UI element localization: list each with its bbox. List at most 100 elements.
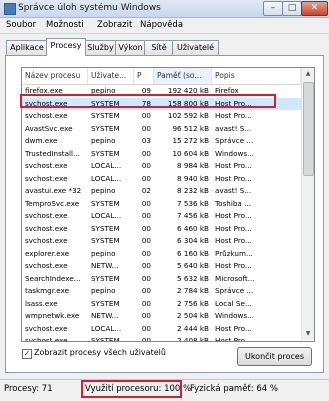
process-user: SYSTEM [91, 123, 120, 133]
process-description: Host Pro... [215, 261, 252, 270]
process-user: LOCAL... [91, 173, 122, 183]
process-description: Host Pro... [215, 223, 252, 233]
process-user: SYSTEM [91, 298, 120, 308]
process-cpu: 00 [141, 148, 151, 158]
process-description: Správce ... [215, 136, 254, 145]
table-row[interactable]: TemproSvc.exe SYSTEM 00 7 536 kB Toshiba ... [22, 198, 301, 211]
tab-aplikace[interactable]: Aplikace [6, 40, 48, 55]
process-user: SYSTEM [91, 223, 120, 233]
status-memory: Fyzická paměť: 64 % [190, 384, 278, 394]
column-header-description[interactable]: Popis [212, 68, 301, 84]
process-memory: 192 420 kB [167, 86, 209, 95]
process-cpu: 00 [141, 336, 151, 342]
process-cpu: 00 [141, 211, 151, 220]
minimize-button[interactable]: – [263, 1, 283, 16]
process-cpu: 00 [141, 298, 151, 308]
scroll-down-icon[interactable]: ▼ [302, 328, 314, 340]
column-header-memory[interactable]: Paměť (so... [154, 68, 212, 84]
show-all-users-checkbox[interactable]: ✓ [22, 349, 32, 359]
process-description: Local Se... [215, 298, 252, 308]
vertical-scrollbar[interactable]: ▲ ▼ [301, 68, 314, 340]
process-user: LOCAL... [91, 323, 122, 333]
table-row[interactable]: svchost.exe NETW... 00 5 640 kB Host Pro... [22, 260, 301, 273]
process-description: Host Pro... [215, 98, 252, 108]
process-memory: 96 512 kB [172, 123, 209, 133]
process-memory: 102 592 kB [167, 111, 209, 120]
table-row[interactable]: taskmgr.exe pepino 00 2 784 kB Správce ... [22, 285, 301, 298]
table-row[interactable]: svchost.exe SYSTEM 00 102 592 kB Host Pro... [22, 110, 301, 123]
process-memory: 8 940 kB [177, 173, 209, 183]
process-user: SYSTEM [91, 111, 120, 120]
table-row[interactable]: TrustedInstall... SYSTEM 00 10 604 kB Window… [22, 148, 301, 161]
table-row[interactable]: AvastSvc.exe SYSTEM 00 96 512 kB avast! S... [22, 123, 301, 136]
process-user: SYSTEM [91, 198, 120, 208]
process-cpu: 00 [141, 273, 151, 283]
end-process-button[interactable]: Ukončit proces [237, 347, 312, 366]
window-title: Správce úloh systému Windows [18, 3, 161, 13]
process-name: svchost.exe [25, 173, 68, 183]
table-row[interactable]: svchost.exe LOCAL... 00 8 984 kB Host Pro... [22, 160, 301, 173]
process-memory: 6 304 kB [177, 236, 209, 245]
process-user: NETW... [91, 261, 119, 270]
process-name: explorer.exe [25, 248, 70, 258]
column-header-user[interactable]: Uživate... [88, 68, 134, 84]
process-description: avast! S... [215, 123, 252, 133]
maximize-button[interactable]: □ [282, 1, 302, 16]
process-memory: 15 272 kB [172, 136, 209, 145]
column-header-cpu[interactable]: P [134, 68, 154, 84]
process-list[interactable]: Název procesu Uživate... P Paměť (so... … [21, 67, 315, 342]
process-description: Host Pro... [215, 161, 252, 170]
table-row[interactable]: svchost.exe LOCAL... 00 8 940 kB Host Pro... [22, 173, 301, 186]
process-user: SYSTEM [91, 336, 120, 342]
process-description: Host Pro... [215, 173, 252, 183]
menu-zobrazit[interactable]: Zobrazit [97, 20, 132, 30]
process-memory: 7 456 kB [177, 211, 209, 220]
process-user: LOCAL... [91, 211, 122, 220]
tab-sluzby[interactable]: Služby [84, 40, 117, 55]
process-description: Host Pro... [215, 323, 252, 333]
process-description: Windows... [215, 311, 254, 320]
process-cpu: 03 [141, 136, 151, 145]
process-cpu: 00 [141, 311, 151, 320]
process-name: dwm.exe [25, 136, 58, 145]
tab-uzivatele[interactable]: Uživatelé [172, 40, 219, 55]
menu-soubor[interactable]: Soubor [6, 20, 36, 30]
process-name: TemproSvc.exe [25, 198, 80, 208]
process-name: SearchIndexe... [25, 273, 81, 283]
process-name: svchost.exe [25, 261, 68, 270]
process-memory: 8 984 kB [177, 161, 209, 170]
table-row[interactable]: SearchIndexe... SYSTEM 00 5 632 kB Microsoft… [22, 273, 301, 286]
process-description: Host Pro... [215, 236, 252, 245]
table-row[interactable]: wmpnetwk.exe NETW... 00 2 504 kB Windows... [22, 310, 301, 323]
menu-moznosti[interactable]: Možnosti [46, 20, 84, 30]
process-memory: 2 504 kB [177, 311, 209, 320]
tab-vykon[interactable]: Výkon [115, 40, 146, 55]
table-row[interactable]: dwm.exe pepino 03 15 272 kB Správce ... [22, 135, 301, 148]
menu-napoveda[interactable]: Nápověda [140, 20, 183, 30]
process-memory: 8 232 kB [177, 186, 209, 195]
table-row[interactable]: svchost.exe SYSTEM 00 6 460 kB Host Pro... [22, 223, 301, 236]
scroll-up-icon[interactable]: ▲ [302, 68, 314, 80]
process-name: lsass.exe [25, 298, 58, 308]
menu-bar: Soubor Možnosti Zobrazit Nápověda [0, 18, 329, 34]
table-row[interactable]: lsass.exe SYSTEM 00 2 756 kB Local Se... [22, 298, 301, 311]
table-row[interactable]: svchost.exe SYSTEM 78 158 800 kB Host Pro... [22, 97, 301, 110]
table-row[interactable]: avastui.exe *32 pepino 02 8 232 kB avast! S.… [22, 185, 301, 198]
table-row[interactable]: svchost.exe SYSTEM 00 2 408 kB Host Pro... [22, 335, 301, 342]
process-user: SYSTEM [91, 148, 120, 158]
table-row[interactable]: explorer.exe pepino 00 6 160 kB Průzkum... [22, 248, 301, 261]
process-memory: 2 784 kB [177, 286, 209, 295]
table-row[interactable]: svchost.exe LOCAL... 00 2 444 kB Host Pro... [22, 323, 301, 336]
process-cpu: 09 [141, 86, 151, 95]
tab-procesy[interactable]: Procesy [46, 38, 86, 56]
table-row[interactable]: svchost.exe SYSTEM 00 6 304 kB Host Pro... [22, 235, 301, 248]
process-cpu: 78 [141, 98, 151, 108]
table-row[interactable]: firefox.exe pepino 09 192 420 kB Firefox [22, 85, 301, 98]
column-header-name[interactable]: Název procesu [22, 68, 88, 84]
table-row[interactable]: svchost.exe LOCAL... 00 7 456 kB Host Pro... [22, 210, 301, 223]
process-user: pepino [91, 248, 116, 258]
close-button[interactable]: ✕ [301, 1, 328, 16]
scroll-thumb[interactable] [303, 82, 314, 176]
tab-site[interactable]: Sítě [144, 40, 174, 55]
process-cpu: 00 [141, 261, 151, 270]
